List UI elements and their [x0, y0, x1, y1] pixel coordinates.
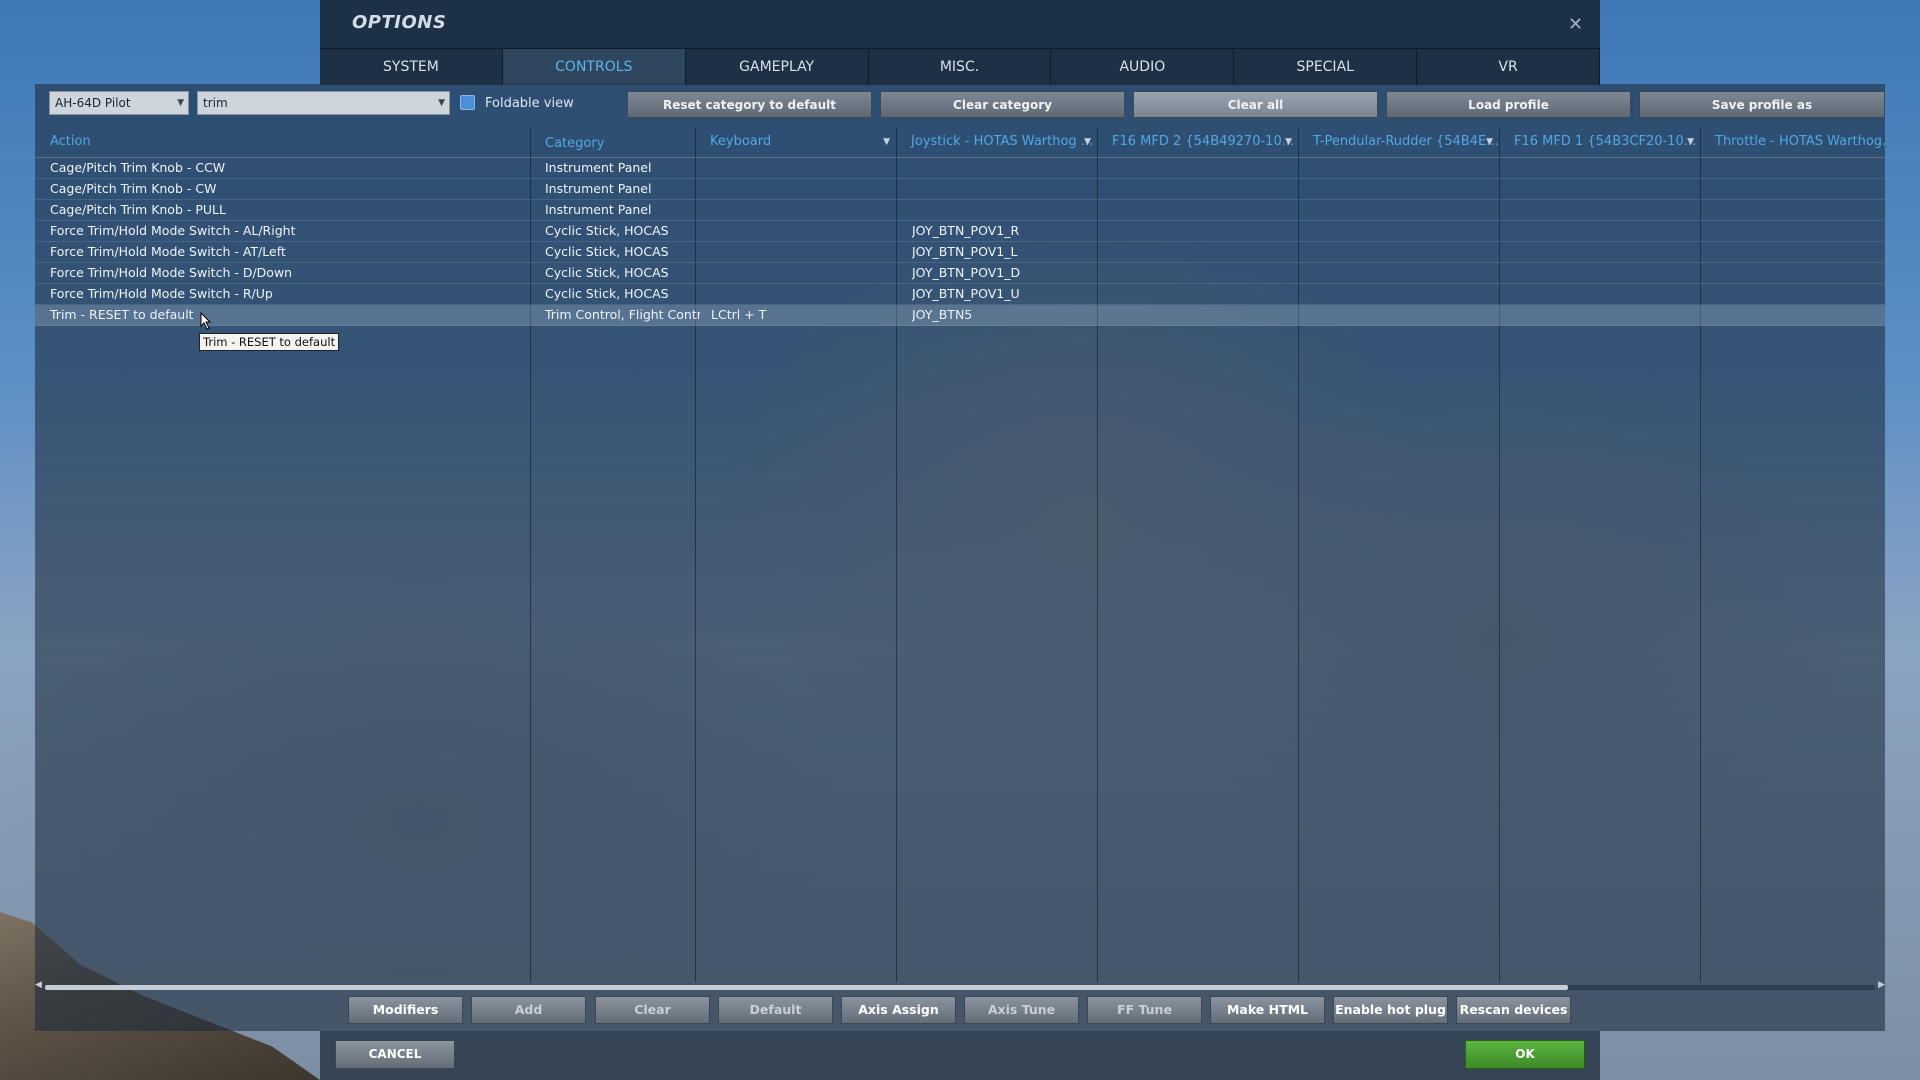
chevron-down-icon: ▼	[1486, 137, 1493, 147]
row-joystick: JOY_BTN_POV1_R	[912, 223, 1020, 238]
row-category: Cyclic Stick, HOCAS	[545, 286, 669, 301]
tab-system[interactable]: SYSTEM	[320, 49, 503, 85]
row-category: Trim Control, Flight Control	[545, 307, 700, 322]
row-joystick: JOY_BTN_POV1_L	[912, 244, 1018, 259]
axis-assign-button[interactable]: Axis Assign	[841, 996, 956, 1024]
dialog-title: OPTIONS	[352, 12, 447, 33]
column-header-action[interactable]: Action	[35, 127, 530, 157]
column-action-label: Action	[50, 134, 91, 149]
search-input-value: trim	[203, 96, 228, 110]
column-header-joystick[interactable]: Joystick - HOTAS Warthog ... ▼	[896, 127, 1097, 157]
row-joystick: JOY_BTN_POV1_U	[912, 286, 1020, 301]
row-action: Force Trim/Hold Mode Switch - D/Down	[50, 265, 293, 280]
column-keyboard-label: Keyboard	[710, 134, 772, 149]
row-category: Instrument Panel	[545, 181, 652, 196]
scroll-left-icon[interactable]: ◀	[35, 980, 42, 990]
aircraft-select[interactable]: AH-64D Pilot ▼	[49, 91, 189, 115]
column-header-category[interactable]: Category	[530, 129, 695, 159]
row-action: Force Trim/Hold Mode Switch - AT/Left	[50, 244, 286, 259]
row-category: Instrument Panel	[545, 160, 652, 175]
tab-controls[interactable]: CONTROLS	[502, 49, 686, 85]
save-profile-button[interactable]: Save profile as	[1639, 91, 1885, 118]
column-joystick-label: Joystick - HOTAS Warthog ...	[911, 134, 1094, 149]
row-keyboard: LCtrl + T	[711, 307, 767, 322]
aircraft-select-value: AH-64D Pilot	[55, 96, 131, 110]
modifiers-button[interactable]: Modifiers	[348, 996, 463, 1024]
table-row[interactable]: Cage/Pitch Trim Knob - CW Instrument Pan…	[35, 179, 1885, 200]
tab-vr[interactable]: VR	[1417, 49, 1601, 85]
column-header-throttle[interactable]: Throttle - HOTAS Warthog...	[1700, 127, 1885, 157]
chevron-down-icon: ▼	[883, 137, 890, 147]
chevron-down-icon: ▼	[1084, 137, 1091, 147]
table-row-selected[interactable]: Trim - RESET to default Trim Control, Fl…	[35, 305, 1885, 326]
row-category: Instrument Panel	[545, 202, 652, 217]
row-action: Force Trim/Hold Mode Switch - R/Up	[50, 286, 273, 301]
mouse-cursor-icon	[200, 312, 212, 330]
make-html-button[interactable]: Make HTML	[1210, 996, 1325, 1024]
chevron-down-icon: ▼	[177, 98, 184, 108]
enable-hot-plug-button[interactable]: Enable hot plug	[1333, 996, 1448, 1024]
axis-tune-button[interactable]: Axis Tune	[964, 996, 1079, 1024]
row-action: Cage/Pitch Trim Knob - CW	[50, 181, 217, 196]
row-category: Cyclic Stick, HOCAS	[545, 244, 669, 259]
rescan-devices-button[interactable]: Rescan devices	[1456, 996, 1571, 1024]
dialog-footer	[320, 1031, 1600, 1080]
search-input[interactable]: trim ▼	[197, 91, 450, 115]
tab-gameplay[interactable]: GAMEPLAY	[685, 49, 869, 85]
column-header-rudder[interactable]: T-Pendular-Rudder {54B4E... ▼	[1298, 127, 1499, 157]
tab-misc[interactable]: MISC.	[868, 49, 1052, 85]
column-throttle-label: Throttle - HOTAS Warthog...	[1715, 134, 1885, 149]
column-mfd2-label: F16 MFD 2 {54B49270-10...	[1112, 134, 1295, 149]
clear-category-button[interactable]: Clear category	[880, 91, 1125, 118]
column-category-label: Category	[545, 136, 605, 151]
ok-button[interactable]: OK	[1465, 1040, 1585, 1069]
clear-button[interactable]: Clear	[595, 996, 710, 1024]
row-joystick: JOY_BTN5	[912, 307, 973, 322]
close-icon[interactable]: ✕	[1568, 14, 1583, 35]
column-mfd1-label: F16 MFD 1 {54B3CF20-10...	[1514, 134, 1697, 149]
column-header-keyboard[interactable]: Keyboard ▼	[695, 127, 896, 157]
table-row[interactable]: Force Trim/Hold Mode Switch - R/Up Cycli…	[35, 284, 1885, 305]
table-row[interactable]: Force Trim/Hold Mode Switch - D/Down Cyc…	[35, 263, 1885, 284]
column-header-mfd1[interactable]: F16 MFD 1 {54B3CF20-10... ▼	[1499, 127, 1700, 157]
default-button[interactable]: Default	[718, 996, 833, 1024]
table-row[interactable]: Force Trim/Hold Mode Switch - AL/Right C…	[35, 221, 1885, 242]
table-row[interactable]: Cage/Pitch Trim Knob - PULL Instrument P…	[35, 200, 1885, 221]
foldable-view-label: Foldable view	[485, 96, 574, 111]
table-row[interactable]: Cage/Pitch Trim Knob - CCW Instrument Pa…	[35, 158, 1885, 179]
foldable-view-checkbox[interactable]	[460, 95, 475, 110]
row-action: Trim - RESET to default	[50, 307, 194, 322]
cancel-button[interactable]: CANCEL	[335, 1040, 455, 1069]
horizontal-scrollbar[interactable]: ◀ ▶	[35, 980, 1885, 992]
chevron-down-icon: ▼	[438, 98, 445, 108]
reset-category-button[interactable]: Reset category to default	[627, 91, 872, 118]
load-profile-button[interactable]: Load profile	[1386, 91, 1631, 118]
column-rudder-label: T-Pendular-Rudder {54B4E...	[1313, 134, 1499, 149]
column-header-mfd2[interactable]: F16 MFD 2 {54B49270-10... ▼	[1097, 127, 1298, 157]
ff-tune-button[interactable]: FF Tune	[1087, 996, 1202, 1024]
row-category: Cyclic Stick, HOCAS	[545, 223, 669, 238]
chevron-down-icon: ▼	[1687, 137, 1694, 147]
tooltip: Trim - RESET to default	[199, 333, 340, 351]
clear-all-button[interactable]: Clear all	[1133, 91, 1378, 118]
scrollbar-thumb[interactable]	[45, 985, 1568, 990]
table-row[interactable]: Force Trim/Hold Mode Switch - AT/Left Cy…	[35, 242, 1885, 263]
tab-special[interactable]: SPECIAL	[1234, 49, 1418, 85]
add-button[interactable]: Add	[471, 996, 586, 1024]
row-action: Force Trim/Hold Mode Switch - AL/Right	[50, 223, 296, 238]
scroll-right-icon[interactable]: ▶	[1878, 980, 1885, 990]
chevron-down-icon: ▼	[1285, 137, 1292, 147]
row-action: Cage/Pitch Trim Knob - PULL	[50, 202, 226, 217]
row-category: Cyclic Stick, HOCAS	[545, 265, 669, 280]
tab-bar: SYSTEM CONTROLS GAMEPLAY MISC. AUDIO SPE…	[320, 48, 1601, 85]
tab-audio[interactable]: AUDIO	[1051, 49, 1235, 85]
row-joystick: JOY_BTN_POV1_D	[912, 265, 1021, 280]
row-action: Cage/Pitch Trim Knob - CCW	[50, 160, 226, 175]
